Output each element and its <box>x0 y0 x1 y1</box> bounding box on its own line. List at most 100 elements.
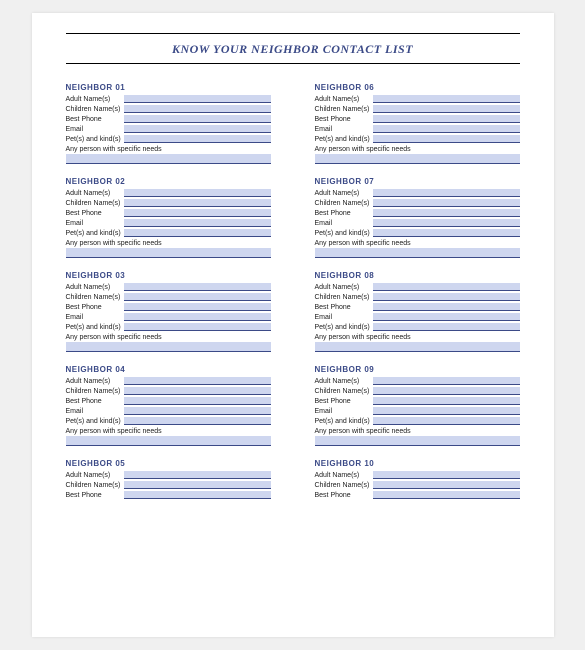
field-row: Pet(s) and kind(s) <box>315 322 520 332</box>
neighbor-block: NEIGHBOR 07 Adult Name(s) Children Name(s)… <box>315 174 520 258</box>
field-label: Email <box>66 314 124 321</box>
field-row: Children Name(s) <box>66 198 271 208</box>
field-label: Pet(s) and kind(s) <box>315 418 373 425</box>
field-row: Pet(s) and kind(s) <box>66 228 271 238</box>
field-row: Adult Name(s) <box>66 188 271 198</box>
neighbor-block: NEIGHBOR 06Adult Name(s)Children Name(s)… <box>315 80 520 164</box>
field-row: Best Phone <box>315 302 520 312</box>
field-row: Best Phone <box>66 302 271 312</box>
field-row: Pet(s) and kind(s) <box>66 416 271 426</box>
field-label: Adult Name(s) <box>315 284 373 291</box>
field-label: Email <box>315 126 373 133</box>
field-label: Best Phone <box>66 398 124 405</box>
needs-label: Any person with specific needs <box>315 332 520 342</box>
field-row: Adult Name(s) <box>315 282 520 292</box>
field-row: Email <box>315 124 520 134</box>
input-line <box>373 293 520 301</box>
field-row: Email <box>315 406 520 416</box>
needs-label: Any person with specific needs <box>315 144 520 154</box>
input-line <box>373 189 520 197</box>
neighbor-header: NEIGHBOR 09 <box>315 362 520 376</box>
field-label: Adult Name(s) <box>66 190 124 197</box>
input-line <box>124 115 271 123</box>
input-line <box>373 283 520 291</box>
field-row: Email <box>315 218 520 228</box>
input-line <box>124 125 271 133</box>
neighbor-header: NEIGHBOR 08 <box>315 268 520 282</box>
field-row: Children Name(s) <box>315 480 520 490</box>
needs-label: Any person with specific needs <box>66 426 271 436</box>
input-line <box>373 115 520 123</box>
input-line <box>373 323 520 331</box>
field-label: Pet(s) and kind(s) <box>66 136 124 143</box>
columns: NEIGHBOR 01Adult Name(s)Children Name(s)… <box>66 80 520 510</box>
input-line <box>124 283 271 291</box>
needs-label: Any person with specific needs <box>315 426 520 436</box>
field-row: Children Name(s) <box>315 104 520 114</box>
field-label: Best Phone <box>315 210 373 217</box>
column-left: NEIGHBOR 01Adult Name(s)Children Name(s)… <box>66 80 271 510</box>
field-label: Children Name(s) <box>315 200 373 207</box>
input-line <box>373 105 520 113</box>
field-label: Best Phone <box>315 492 373 499</box>
field-label: Pet(s) and kind(s) <box>315 230 373 237</box>
field-label: Children Name(s) <box>66 482 124 489</box>
neighbor-header: NEIGHBOR 01 <box>66 80 271 94</box>
field-label: Adult Name(s) <box>66 378 124 385</box>
neighbor-header: NEIGHBOR 07 <box>315 174 520 188</box>
input-line <box>373 95 520 103</box>
field-row: Adult Name(s) <box>66 470 271 480</box>
input-line <box>373 397 520 405</box>
input-line <box>373 303 520 311</box>
field-label: Email <box>66 126 124 133</box>
field-label: Adult Name(s) <box>315 190 373 197</box>
field-label: Children Name(s) <box>315 294 373 301</box>
field-label: Children Name(s) <box>66 388 124 395</box>
field-row: Adult Name(s) <box>66 282 271 292</box>
field-label: Adult Name(s) <box>66 284 124 291</box>
field-row: Adult Name(s) <box>315 376 520 386</box>
neighbor-header: NEIGHBOR 05 <box>66 456 271 470</box>
field-label: Children Name(s) <box>315 106 373 113</box>
input-line <box>373 417 520 425</box>
neighbor-block: NEIGHBOR 09Adult Name(s)Children Name(s)… <box>315 362 520 446</box>
field-row: Best Phone <box>315 490 520 500</box>
field-row: Children Name(s) <box>66 480 271 490</box>
field-label: Best Phone <box>315 304 373 311</box>
column-right: NEIGHBOR 06Adult Name(s)Children Name(s)… <box>315 80 520 510</box>
field-row: Pet(s) and kind(s) <box>315 228 520 238</box>
field-row: Best Phone <box>315 114 520 124</box>
field-row: Adult Name(s) <box>66 94 271 104</box>
neighbor-block: NEIGHBOR 08 Adult Name(s) Children Name(s)… <box>315 268 520 352</box>
needs-box <box>315 436 520 446</box>
input-line <box>373 471 520 479</box>
input-line <box>124 105 271 113</box>
input-line <box>124 313 271 321</box>
input-line <box>373 125 520 133</box>
input-line <box>373 481 520 489</box>
field-label: Best Phone <box>66 492 124 499</box>
field-label: Children Name(s) <box>315 482 373 489</box>
needs-box <box>66 436 271 446</box>
neighbor-block: NEIGHBOR 04 Adult Name(s) Children Name(s)… <box>66 362 271 446</box>
input-line <box>373 377 520 385</box>
field-row: Children Name(s) <box>315 292 520 302</box>
neighbor-block: NEIGHBOR 01Adult Name(s) Children Name(s)… <box>66 80 271 164</box>
input-line <box>373 491 520 499</box>
field-row: Email <box>66 406 271 416</box>
neighbor-header: NEIGHBOR 04 <box>66 362 271 376</box>
page-title: KNOW YOUR NEIGHBOR CONTACT LIST <box>66 42 520 57</box>
field-label: Email <box>315 408 373 415</box>
neighbor-block: NEIGHBOR 03Adult Name(s)Children Name(s)… <box>66 268 271 352</box>
field-label: Children Name(s) <box>66 106 124 113</box>
input-line <box>124 303 271 311</box>
field-label: Adult Name(s) <box>315 472 373 479</box>
needs-label: Any person with specific needs <box>66 238 271 248</box>
neighbor-block: NEIGHBOR 05Adult Name(s) Children Name(s)… <box>66 456 271 500</box>
field-row: Best Phone <box>66 208 271 218</box>
document-page: KNOW YOUR NEIGHBOR CONTACT LIST NEIGHBOR… <box>32 13 554 637</box>
field-row: Best Phone <box>66 490 271 500</box>
field-row: Adult Name(s) <box>315 470 520 480</box>
needs-box <box>315 248 520 258</box>
field-row: Email <box>66 218 271 228</box>
